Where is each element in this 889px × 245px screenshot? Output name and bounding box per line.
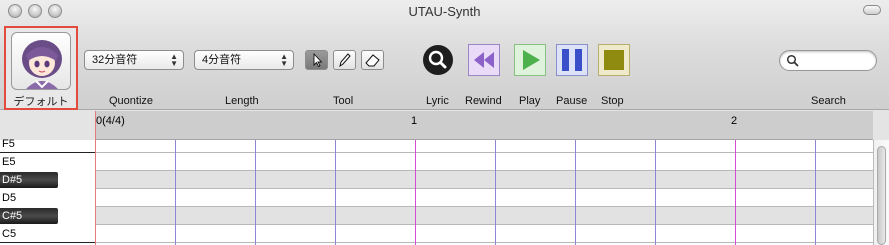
measure-line [415,140,416,245]
singer-avatar [11,32,71,90]
ruler-start-label: 0(4/4) [96,115,125,127]
pause-button[interactable] [556,44,588,76]
piano-key[interactable]: E5 [0,153,95,171]
measure-line [735,140,736,245]
length-value: 4分音符 [202,54,242,66]
grid-row[interactable] [95,225,873,243]
beat-line [335,140,336,245]
window-title: UTAU-Synth [408,4,481,19]
length-label: Length [225,95,259,107]
pause-icon [556,44,588,76]
quantize-label: Quontize [109,95,154,107]
length-select[interactable]: 4分音符 ▲ ▼ [194,50,294,70]
app-window: UTAU-Synth デフォルト 32分音符 ▲ ▼ 4分音符 ▲ ▼ Quon… [0,0,889,245]
singer-selector[interactable]: デフォルト [4,26,78,110]
stop-icon [598,44,630,76]
magnifier-icon [423,45,453,75]
pencil-icon [339,53,351,68]
lyric-label: Lyric [426,95,449,107]
search-field[interactable] [779,50,877,71]
piano-key[interactable]: D#5 [0,171,95,189]
grid-row[interactable] [95,189,873,207]
piano-key-label: E5 [2,156,16,168]
singer-name: デフォルト [13,96,69,108]
key-divider [0,242,95,243]
piano-keyboard[interactable]: F5 E5 D#5 D5 C#5 C5 [0,138,95,245]
search-icon [786,54,799,67]
play-icon [514,44,546,76]
stop-button[interactable] [598,44,630,76]
piano-key[interactable]: C#5 [0,207,95,225]
toolbar-toggle-button[interactable] [863,5,881,15]
play-button[interactable] [514,44,546,76]
grid-row[interactable] [95,171,873,189]
beat-line [175,140,176,245]
piano-key-label: C#5 [0,208,58,224]
rewind-button[interactable] [468,44,500,76]
stepper-icon: ▲ ▼ [170,52,178,68]
piano-key[interactable]: C5 [0,225,95,243]
timeline-ruler[interactable]: 0(4/4) 1 2 [95,111,873,140]
piano-key-label: D#5 [0,172,58,188]
beat-line [575,140,576,245]
rewind-icon [468,44,500,76]
lyric-button[interactable] [422,44,454,76]
ruler-measure-label: 2 [731,115,738,127]
rewind-label: Rewind [465,95,502,107]
beat-line [655,140,656,245]
ruler-measure-label: 1 [411,115,418,127]
tool-eraser-button[interactable] [361,50,384,70]
toolbar-area: UTAU-Synth デフォルト 32分音符 ▲ ▼ 4分音符 ▲ ▼ Quon… [0,0,889,110]
piano-key-label: D5 [2,192,17,204]
grid-row[interactable] [95,207,873,225]
piano-roll-grid[interactable] [95,140,873,245]
beat-line [495,140,496,245]
vertical-scrollbar[interactable] [873,140,889,245]
search-label: Search [811,95,846,107]
piano-key-label: F5 [2,138,15,150]
scrollbar-thumb[interactable] [877,146,886,245]
playhead [95,111,96,245]
grid-row[interactable] [95,140,873,153]
arrow-cursor-icon [313,52,323,68]
search-input[interactable] [802,53,872,68]
tool-label: Tool [333,95,354,107]
piano-key-label: C5 [2,228,17,240]
stop-label: Stop [601,95,624,107]
grid-row[interactable] [95,153,873,171]
piano-key[interactable]: F5 [0,135,95,153]
eraser-icon [365,54,380,67]
stepper-icon: ▲ ▼ [280,52,288,68]
piano-key[interactable]: D5 [0,189,95,207]
quantize-select[interactable]: 32分音符 ▲ ▼ [84,50,184,70]
tool-arrow-button[interactable] [305,50,328,70]
quantize-value: 32分音符 [92,54,138,66]
pause-label: Pause [556,95,588,107]
play-label: Play [519,95,541,107]
beat-line [255,140,256,245]
beat-line [815,140,816,245]
tool-pencil-button[interactable] [333,50,356,70]
